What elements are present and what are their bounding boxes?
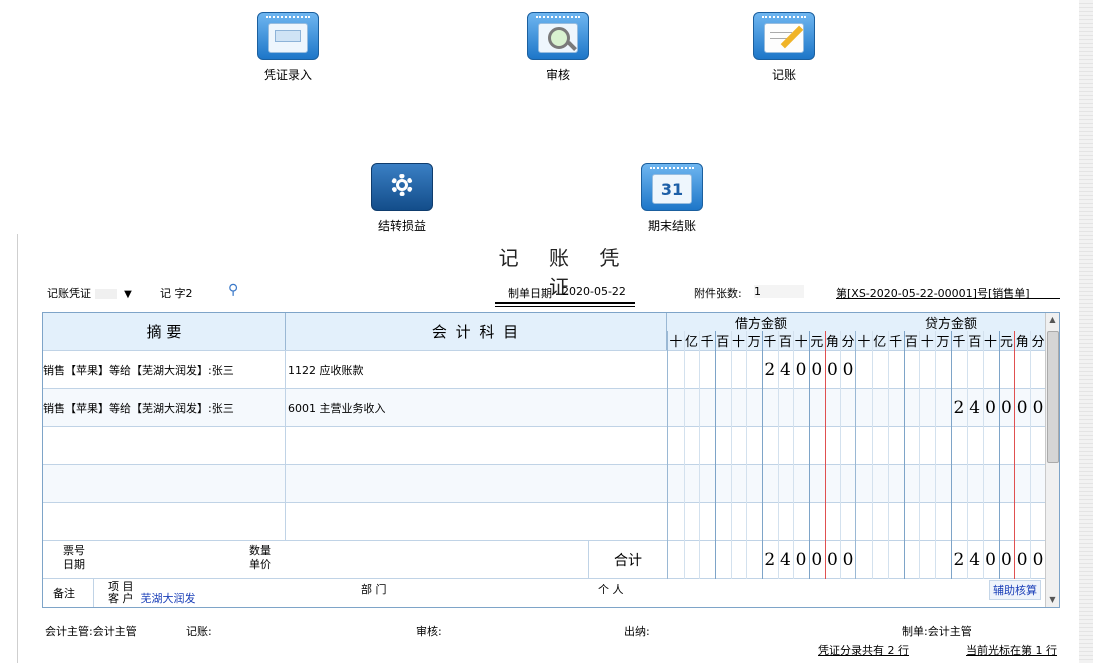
footer-audit: 审核: (416, 625, 442, 638)
gear-icon (371, 163, 433, 211)
period-close-tool[interactable]: 31 期末结账 (640, 163, 704, 234)
voucher-entry-label: 凭证录入 (263, 68, 312, 82)
window-edge-strip (1079, 0, 1093, 663)
posting-icon (753, 12, 815, 60)
date-label: 制单日期 (508, 287, 552, 300)
customer-value[interactable]: 芜湖大润发 (141, 592, 196, 605)
aux-accounting-button[interactable]: 辅助核算 (989, 580, 1041, 600)
audit-tool[interactable]: 审核 (526, 12, 590, 83)
notes-row: 备注 项 目 客 户 芜湖大润发 部 门 个 人 辅助核算 (43, 579, 1046, 607)
scroll-down-icon[interactable]: ▼ (1046, 593, 1059, 607)
header-credit: 贷方金额 (924, 316, 977, 332)
grid-lines (285, 331, 1031, 579)
header-debit: 借方金额 (734, 316, 787, 332)
audit-icon (527, 12, 589, 60)
voucher-type-select[interactable]: 记账凭证 ▼ (47, 285, 136, 301)
posting-tool[interactable]: 记账 (752, 12, 816, 83)
period-close-label: 期末结账 (647, 219, 696, 233)
panel-border (17, 234, 18, 663)
posting-label: 记账 (771, 68, 796, 82)
entry-count-status: 凭证分录共有 2 行 (818, 644, 909, 657)
calendar-icon: 31 (641, 163, 703, 211)
person-label: 个 人 (598, 583, 624, 596)
search-icon[interactable]: ⚲ (228, 282, 238, 298)
footer-supervisor: 会计主管:会计主管 (45, 625, 137, 638)
footer-maker: 制单:会计主管 (902, 625, 972, 638)
footer-posting: 记账: (186, 625, 212, 638)
chevron-down-icon: ▼ (124, 289, 132, 300)
voucher-word-no[interactable]: 记 字2 (160, 285, 193, 301)
voucher-grid: 摘 要 会 计 科 目 借方金额 贷方金额 十亿千百十万千百十元角分 十亿千百十… (42, 312, 1060, 608)
customer-label: 客 户 (108, 592, 134, 605)
voucher-entry-tool[interactable]: 凭证录入 (256, 12, 320, 83)
audit-label: 审核 (545, 68, 570, 82)
dept-label: 部 门 (361, 583, 387, 596)
carry-forward-tool[interactable]: 结转损益 (370, 163, 434, 234)
scroll-thumb[interactable] (1047, 331, 1059, 463)
attach-count-field[interactable]: 1 (754, 285, 804, 298)
carry-forward-label: 结转损益 (377, 219, 426, 233)
scroll-up-icon[interactable]: ▲ (1046, 313, 1059, 327)
date-field[interactable]: 2020-05-22 (562, 285, 626, 298)
voucher-entry-icon (257, 12, 319, 60)
notes-label: 备注 (53, 587, 75, 600)
attach-label: 附件张数: (694, 287, 742, 300)
footer-cashier: 出纳: (624, 625, 650, 638)
vertical-scrollbar[interactable]: ▲ ▼ (1045, 313, 1059, 607)
cursor-row-status: 当前光标在第 1 行 (966, 644, 1057, 657)
